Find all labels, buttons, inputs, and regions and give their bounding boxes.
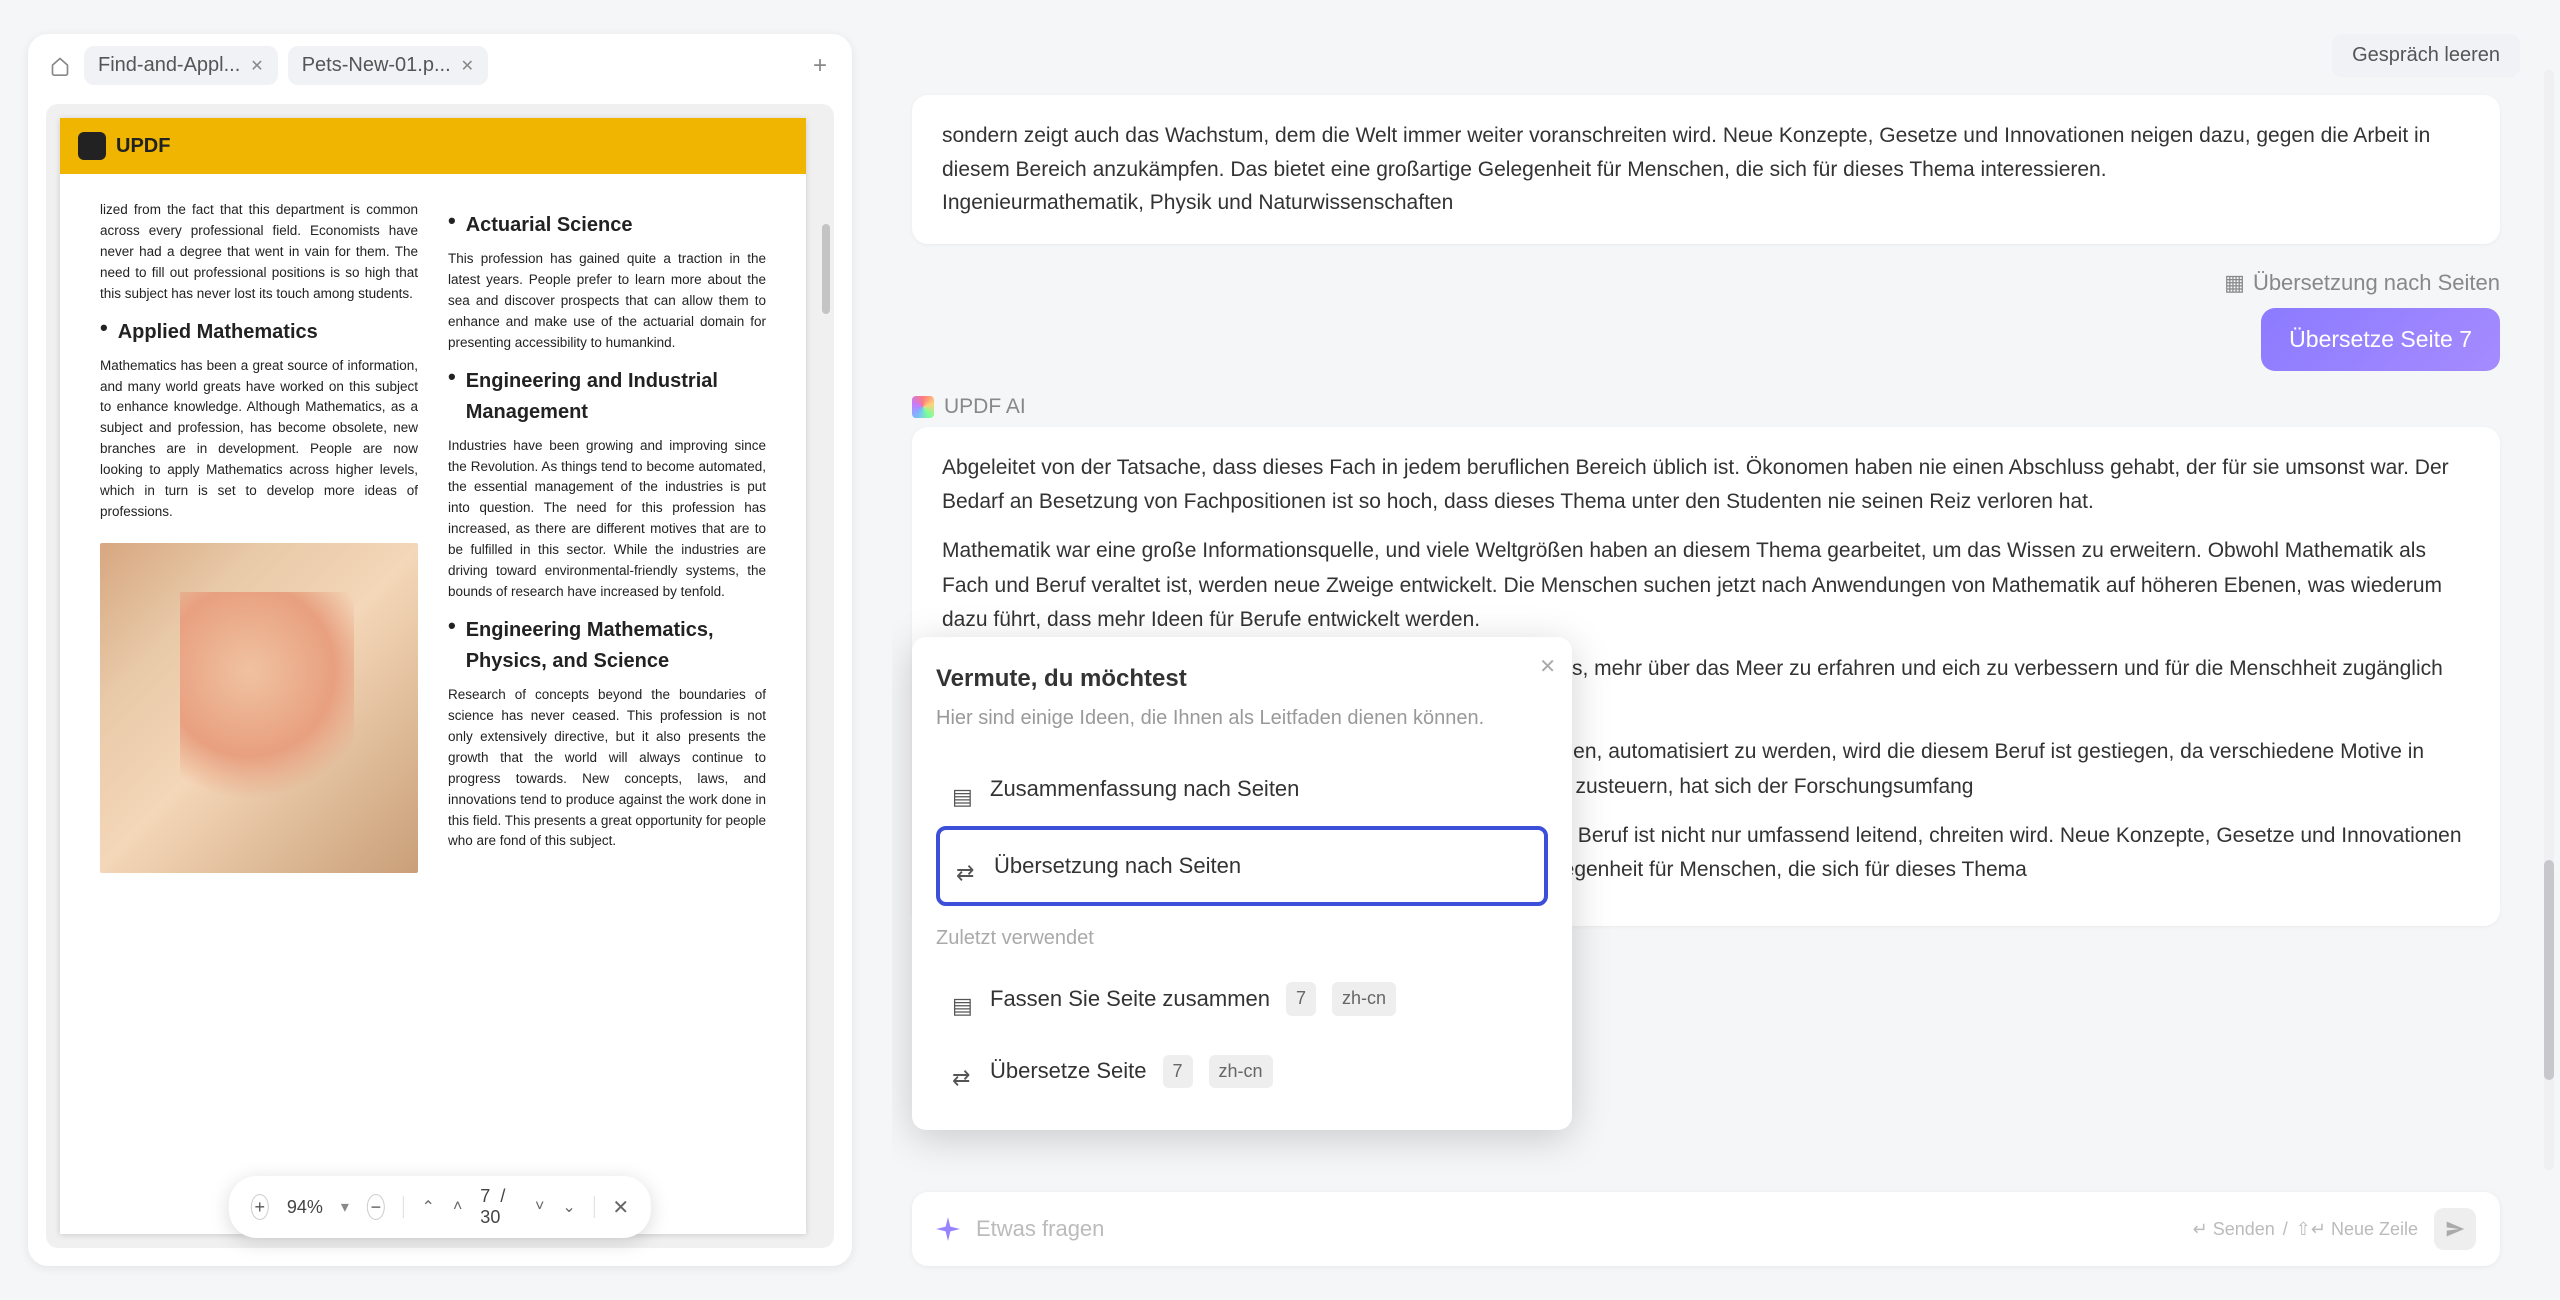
- page-chip: 7: [1163, 1055, 1193, 1089]
- summary-icon: ▤: [952, 988, 974, 1010]
- tab-1-label: Find-and-Appl...: [98, 54, 240, 77]
- body-text: Industries have been growing and improvi…: [448, 436, 766, 603]
- page-number: 7 / 30: [480, 1186, 517, 1228]
- chat-area: sondern zeigt auch das Wachstum, dem die…: [892, 85, 2520, 1192]
- tab-2-label: Pets-New-01.p...: [302, 54, 451, 77]
- chat-input-bar: ↵ Senden / ⇧↵ Neue Zeile: [912, 1192, 2500, 1266]
- body-text: Mathematics has been a great source of i…: [100, 356, 418, 523]
- recent-label: Zuletzt verwendet: [936, 922, 1548, 955]
- sparkle-icon: [936, 1217, 960, 1241]
- lang-chip: zh-cn: [1209, 1055, 1273, 1089]
- lang-chip: zh-cn: [1332, 982, 1396, 1016]
- assistant-text: Mathematik war eine große Informationsqu…: [942, 534, 2470, 638]
- send-button[interactable]: [2434, 1208, 2476, 1250]
- tab-1[interactable]: Find-and-Appl... ✕: [84, 46, 278, 85]
- suggest-translate-by-page[interactable]: ⇄ Übersetzung nach Seiten: [936, 826, 1548, 906]
- tab-bar: Find-and-Appl... ✕ Pets-New-01.p... ✕ +: [28, 34, 852, 97]
- translate-icon: ⇄: [952, 1060, 974, 1082]
- scrollbar-thumb[interactable]: [822, 224, 830, 314]
- translate-icon: ▦: [2224, 270, 2245, 296]
- tab-2[interactable]: Pets-New-01.p... ✕: [288, 46, 488, 85]
- input-hints: ↵ Senden / ⇧↵ Neue Zeile: [2193, 1219, 2418, 1240]
- zoom-out-button[interactable]: −: [367, 1194, 385, 1220]
- page-chip: 7: [1286, 982, 1316, 1016]
- document-viewport: UPDF lized from the fact that this depar…: [46, 104, 834, 1248]
- suggest-summary-by-page[interactable]: ▤ Zusammenfassung nach Seiten: [936, 753, 1548, 825]
- clear-chat-button[interactable]: Gespräch leeren: [2332, 34, 2520, 77]
- logo-text: UPDF: [116, 135, 170, 158]
- pdf-page: UPDF lized from the fact that this depar…: [60, 118, 806, 1234]
- assistant-text: sondern zeigt auch das Wachstum, dem die…: [942, 119, 2470, 186]
- assistant-message: Abgeleitet von der Tatsache, dass dieses…: [912, 427, 2500, 926]
- assistant-text: Abgeleitet von der Tatsache, dass dieses…: [942, 451, 2470, 520]
- zoom-dropdown-icon[interactable]: ▾: [341, 1197, 349, 1217]
- close-icon[interactable]: ✕: [461, 56, 474, 76]
- page-header: UPDF: [60, 118, 806, 174]
- assistant-text: Ingenieurmathematik, Physik und Naturwis…: [942, 186, 2470, 220]
- summary-icon: ▤: [952, 779, 974, 801]
- heading-applied-math: Applied Mathematics: [100, 317, 418, 348]
- home-button[interactable]: [46, 52, 74, 80]
- zoom-value: 94%: [287, 1197, 323, 1218]
- prev-page-icon[interactable]: ˄: [453, 1198, 462, 1216]
- scrollbar-thumb[interactable]: [2544, 860, 2554, 1080]
- close-icon[interactable]: ✕: [250, 56, 263, 76]
- zoom-in-button[interactable]: +: [251, 1194, 269, 1220]
- popup-title: Vermute, du möchtest: [936, 659, 1548, 699]
- add-tab-button[interactable]: +: [806, 52, 834, 80]
- popup-subtitle: Hier sind einige Ideen, die Ihnen als Le…: [936, 702, 1548, 735]
- suggestion-popup: ✕ Vermute, du möchtest Hier sind einige …: [912, 637, 1572, 1130]
- body-text: Research of concepts beyond the boundari…: [448, 685, 766, 852]
- page-up-icon[interactable]: ⌃: [422, 1197, 435, 1217]
- document-window: Find-and-Appl... ✕ Pets-New-01.p... ✕ + …: [28, 34, 852, 1266]
- user-action-label: ▦ Übersetzung nach Seiten: [2224, 270, 2500, 296]
- heading-eng-ind: Engineering and Industrial Management: [448, 366, 766, 428]
- recent-summarize[interactable]: ▤ Fassen Sie Seite zusammen 7 zh-cn: [936, 963, 1548, 1035]
- translate-icon: ⇄: [956, 855, 978, 877]
- close-toolbar-icon[interactable]: ✕: [612, 1195, 629, 1220]
- ai-logo-icon: [912, 396, 934, 418]
- article-photo: [100, 543, 418, 873]
- heading-eng-math: Engineering Mathematics, Physics, and Sc…: [448, 615, 766, 677]
- body-text: This profession has gained quite a tract…: [448, 249, 766, 354]
- chat-input[interactable]: [976, 1216, 2177, 1242]
- close-icon[interactable]: ✕: [1539, 651, 1556, 684]
- logo-icon: [78, 132, 106, 160]
- body-text: lized from the fact that this department…: [100, 200, 418, 305]
- recent-translate[interactable]: ⇄ Übersetze Seite 7 zh-cn: [936, 1035, 1548, 1107]
- page-toolbar: + 94% ▾ − ⌃ ˄ 7 / 30 ˅ ⌄ ✕: [229, 1176, 651, 1238]
- next-page-icon[interactable]: ˅: [535, 1198, 544, 1216]
- user-message: Übersetze Seite 7: [2261, 308, 2500, 371]
- page-down-icon[interactable]: ⌄: [562, 1197, 575, 1217]
- ai-name-label: UPDF AI: [912, 395, 2500, 419]
- heading-actuarial: Actuarial Science: [448, 210, 766, 241]
- assistant-message: sondern zeigt auch das Wachstum, dem die…: [912, 95, 2500, 244]
